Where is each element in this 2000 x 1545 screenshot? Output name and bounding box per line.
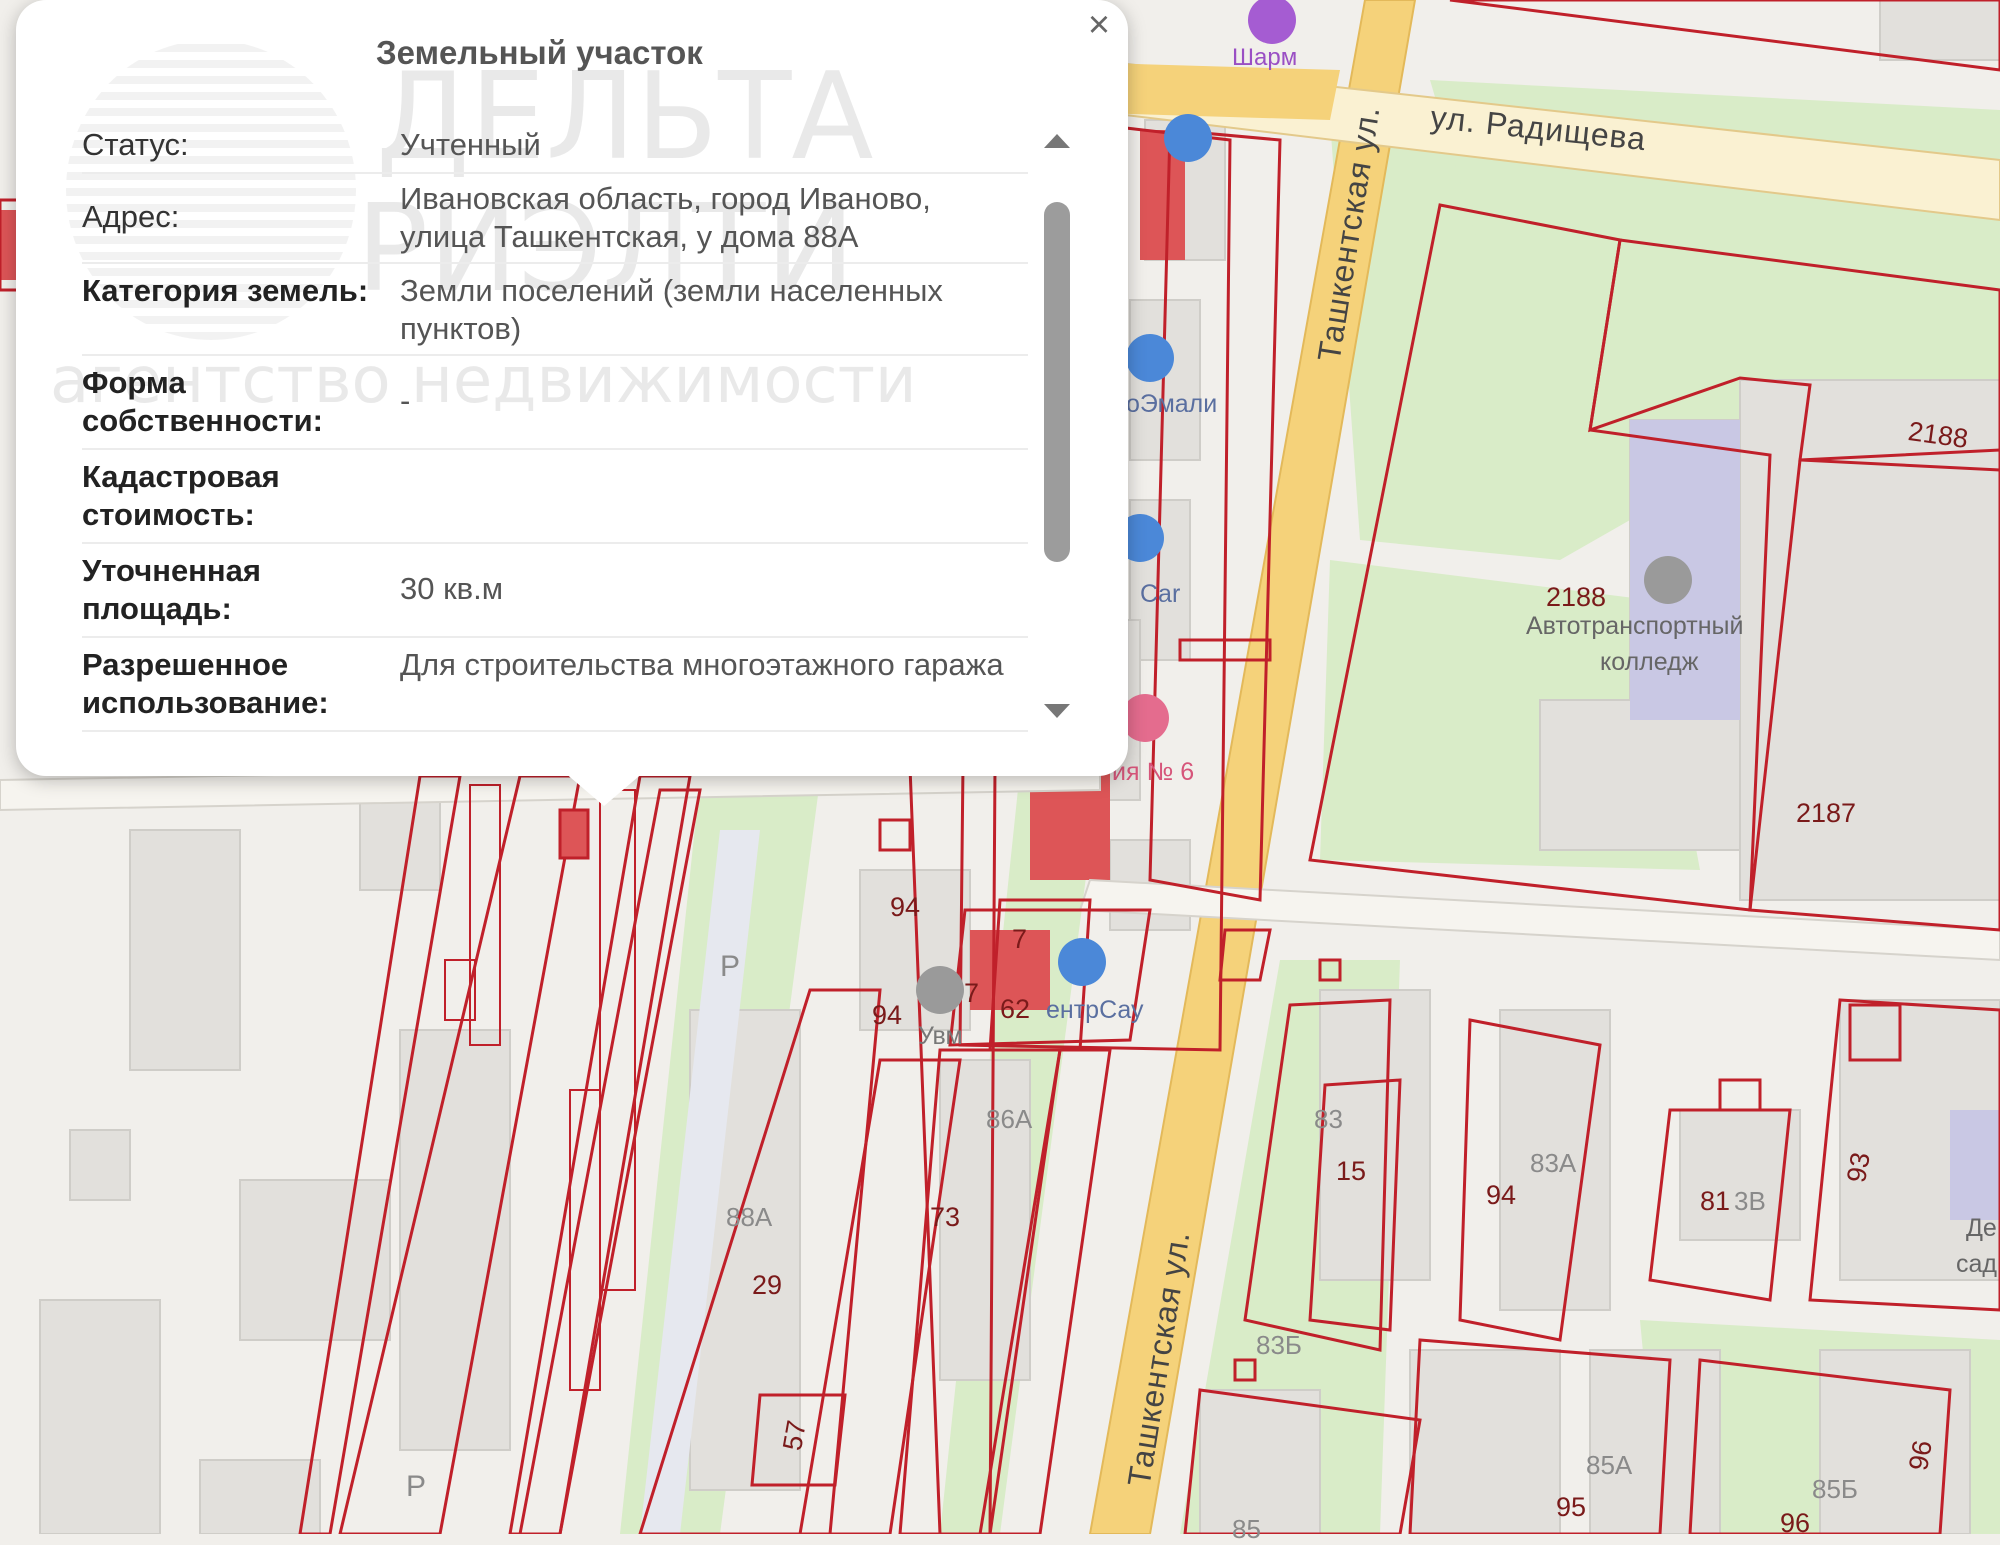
popup-scrollbar[interactable] — [1040, 124, 1074, 724]
info-row-address: Адрес: Ивановская область, город Иваново… — [82, 174, 1028, 264]
plot-number: 93 — [1841, 1150, 1876, 1185]
info-row-cadastral-cost: Кадастровая стоимость: — [82, 450, 1028, 544]
scroll-thumb[interactable] — [1044, 202, 1070, 562]
house-number: 88А — [726, 1202, 773, 1232]
plot-number: 94 — [872, 1000, 903, 1030]
info-value: 30 кв.м — [400, 571, 504, 606]
info-row-category: Категория земель: Земли поселений (земли… — [82, 264, 1028, 356]
info-row-area: Уточненная площадь: 30 кв.м — [82, 544, 1028, 638]
house-number: 83 — [1314, 1104, 1343, 1134]
info-row-permitted-use: Разрешенное использование: Для строитель… — [82, 638, 1028, 732]
info-key: Адрес: — [82, 199, 180, 234]
house-number: 83А — [1530, 1148, 1577, 1178]
land-plot-popup: ДЕЛЬТА РИЭЛТИ агентство недвижимости Зем… — [16, 0, 1128, 776]
plot-number: 2187 — [1796, 798, 1857, 828]
info-row-status: Статус: Учтенный — [82, 122, 1028, 174]
car-service-icon — [1164, 114, 1212, 162]
info-key: Статус: — [82, 127, 189, 162]
house-number: 85 — [1232, 1514, 1261, 1544]
scroll-up-arrow-icon[interactable] — [1044, 134, 1070, 148]
school-icon — [1121, 694, 1169, 742]
plot-number: 94 — [1486, 1180, 1517, 1210]
poi-centr-label[interactable]: ентрСау — [1046, 996, 1144, 1025]
info-key: Категория земель: — [82, 273, 369, 308]
info-value: Учтенный — [400, 127, 541, 162]
kindergarten-building — [1950, 1110, 2000, 1220]
centr-icon — [1058, 938, 1106, 986]
info-value: Ивановская область, город Иваново, улица… — [400, 181, 931, 254]
plot-number: 2188 — [1546, 582, 1607, 612]
uvm-icon — [916, 966, 964, 1014]
plot-number: 96 — [1780, 1508, 1811, 1538]
plot-number: 73 — [930, 1202, 961, 1232]
info-key: Разрешенное использование: — [82, 647, 329, 720]
parking-sign: P — [406, 1470, 427, 1503]
info-value: Земли поселений (земли населенных пункто… — [400, 273, 943, 346]
house-number: 86А — [986, 1104, 1033, 1134]
popup-title: Земельный участок — [376, 34, 703, 71]
info-row-ownership: Форма собственности: - — [82, 356, 1028, 450]
poi-det-line1[interactable]: Де — [1966, 1214, 1997, 1243]
house-number: 85А — [1586, 1450, 1633, 1480]
plot-number: 96 — [1903, 1438, 1938, 1473]
parking-sign: P — [720, 950, 741, 983]
info-key: Форма собственности: — [82, 365, 324, 438]
house-number: 85Б — [1812, 1474, 1858, 1504]
selected-plot — [558, 808, 590, 860]
info-value: Для строительства многоэтажного гаража — [400, 647, 1004, 682]
plot-number: 62 — [1000, 994, 1031, 1024]
close-button[interactable]: × — [1078, 4, 1120, 46]
poi-school-label[interactable]: ия № 6 — [1112, 758, 1194, 787]
poi-det-line2[interactable]: сад — [1956, 1250, 1997, 1279]
house-number: 3В — [1734, 1186, 1766, 1216]
college-icon — [1644, 556, 1692, 604]
plot-number: 57 — [777, 1418, 812, 1453]
plot-number: 95 — [1556, 1492, 1587, 1522]
car-wash-icon — [1126, 334, 1174, 382]
info-value: - — [400, 383, 411, 418]
scroll-down-arrow-icon[interactable] — [1044, 704, 1070, 718]
poi-car-label[interactable]: Car — [1140, 580, 1180, 609]
poi-emali-label[interactable]: оЭмали — [1126, 390, 1217, 419]
plot-number: 94 — [890, 892, 921, 922]
plot-number: 15 — [1336, 1156, 1367, 1186]
house-number: 83Б — [1256, 1330, 1302, 1360]
poi-college-line2[interactable]: колледж — [1600, 648, 1698, 677]
plot-number: 7 — [1012, 924, 1028, 954]
popup-pointer — [564, 772, 644, 806]
poi-uvm-label[interactable]: Увм — [918, 1022, 963, 1051]
plot-number: 81 — [1700, 1186, 1731, 1216]
plot-number: 29 — [752, 1270, 783, 1300]
info-key: Кадастровая стоимость: — [82, 459, 280, 532]
info-key: Уточненная площадь: — [82, 553, 261, 626]
poi-sharm-label[interactable]: Шарм — [1232, 44, 1297, 72]
plot-number: 7 — [964, 978, 980, 1008]
poi-college-line1[interactable]: Автотранспортный — [1526, 612, 1743, 641]
